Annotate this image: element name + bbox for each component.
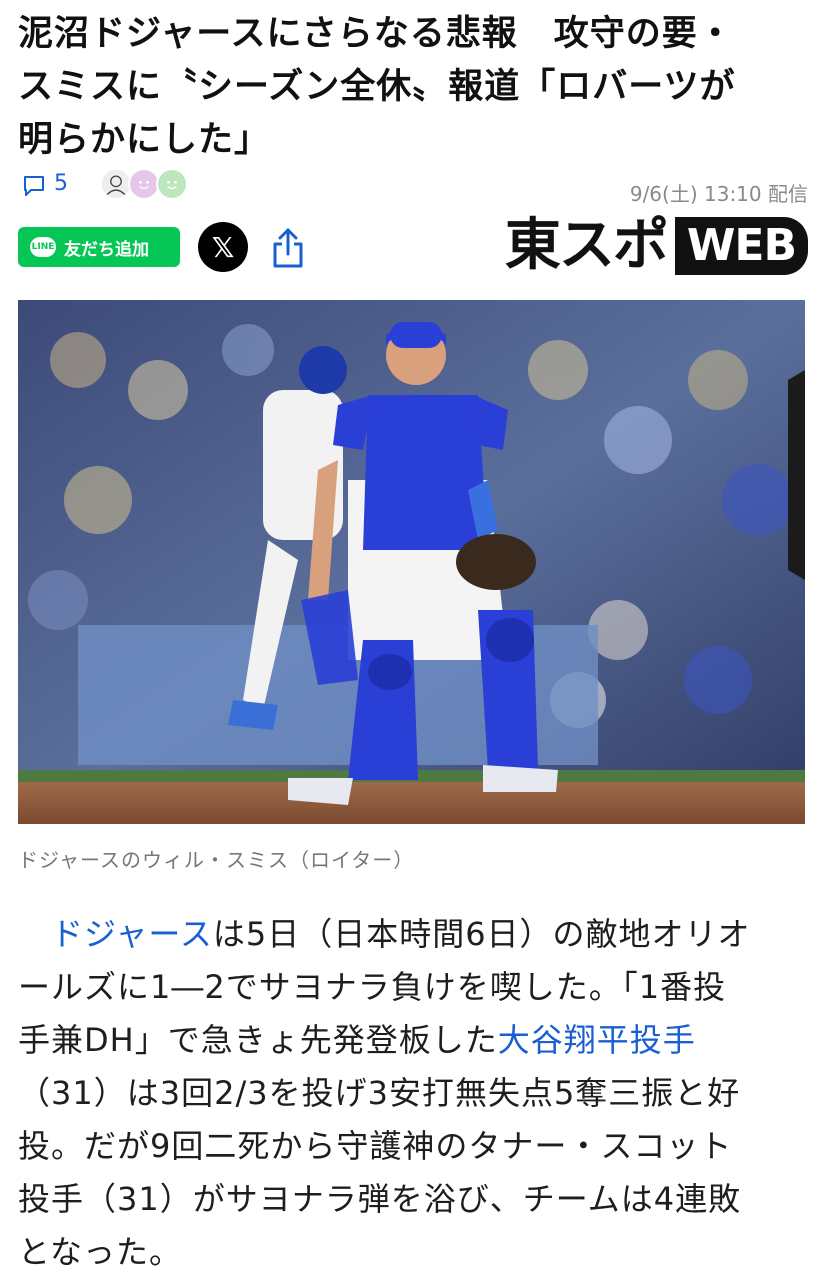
- body-text-segment: ールズに1―2でサヨナラ負けを喫した。「1番投: [18, 968, 727, 1006]
- x-logo-icon: 𝕏: [211, 230, 235, 264]
- article-headline: 泥沼ドジャースにさらなる悲報 攻守の要・ スミスに〝シーズン全休〟報道「ロバーツ…: [18, 8, 808, 167]
- body-link[interactable]: ドジャース: [51, 915, 213, 953]
- body-link[interactable]: 大谷翔平投手: [498, 1021, 696, 1059]
- body-text-segment: 投手（31）がサヨナラ弾を浴び、チームは4連敗: [18, 1180, 742, 1218]
- share-row: LINE 友だち追加 𝕏 東スポ WEB: [18, 213, 808, 280]
- comment-icon[interactable]: [22, 174, 46, 198]
- body-text-segment: [18, 915, 51, 953]
- avatar: [156, 168, 188, 200]
- body-text-segment: 手兼DH」で急きょ先発登板した: [18, 1021, 498, 1059]
- publish-timestamp: 9/6(土) 13:10 配信: [629, 182, 808, 206]
- x-share-button[interactable]: 𝕏: [198, 222, 248, 272]
- body-line: ールズに1―2でサヨナラ負けを喫した。「1番投: [18, 961, 803, 1014]
- photo-caption: ドジャースのウィル・スミス（ロイター）: [18, 848, 415, 872]
- body-text-segment: となった。: [18, 1233, 183, 1271]
- share-icon[interactable]: [270, 226, 306, 270]
- line-icon: LINE: [30, 237, 56, 257]
- body-line: 投。だが9回二死から守護神のタナー・スコット: [18, 1120, 803, 1173]
- line-button-label: 友だち追加: [64, 239, 149, 260]
- headline-line-1: 泥沼ドジャースにさらなる悲報 攻守の要・: [18, 14, 734, 54]
- commenter-avatars[interactable]: [100, 168, 200, 202]
- body-line: （31）は3回2/3を投げ3安打無失点5奪三振と好: [18, 1067, 803, 1120]
- body-text-segment: 投。だが9回二死から守護神のタナー・スコット: [18, 1127, 733, 1165]
- logo-web-badge: WEB: [674, 217, 808, 275]
- article-body: ドジャースは5日（日本時間6日）の敵地オリオールズに1―2でサヨナラ負けを喫した…: [18, 908, 803, 1279]
- line-add-friend-button[interactable]: LINE 友だち追加: [18, 227, 180, 267]
- headline-line-3: 明らかにした」: [18, 120, 271, 160]
- body-line: 手兼DH」で急きょ先発登板した大谷翔平投手: [18, 1014, 803, 1067]
- comment-count[interactable]: 5: [54, 171, 68, 196]
- body-text-segment: （31）は3回2/3を投げ3安打無失点5奪三振と好: [18, 1074, 741, 1112]
- meta-row: 5 9/6(土) 13:10 配信: [18, 168, 808, 206]
- body-line: となった。: [18, 1226, 803, 1279]
- article-photo[interactable]: [18, 300, 805, 824]
- body-text-segment: は5日（日本時間6日）の敵地オリオ: [212, 915, 751, 953]
- body-line: ドジャースは5日（日本時間6日）の敵地オリオ: [18, 908, 803, 961]
- headline-line-2: スミスに〝シーズン全休〟報道「ロバーツが: [18, 67, 736, 107]
- publisher-logo[interactable]: 東スポ WEB: [505, 212, 808, 280]
- catcher-photo-illustration: [18, 300, 805, 824]
- logo-main-text: 東スポ: [504, 213, 669, 278]
- body-line: 投手（31）がサヨナラ弾を浴び、チームは4連敗: [18, 1173, 803, 1226]
